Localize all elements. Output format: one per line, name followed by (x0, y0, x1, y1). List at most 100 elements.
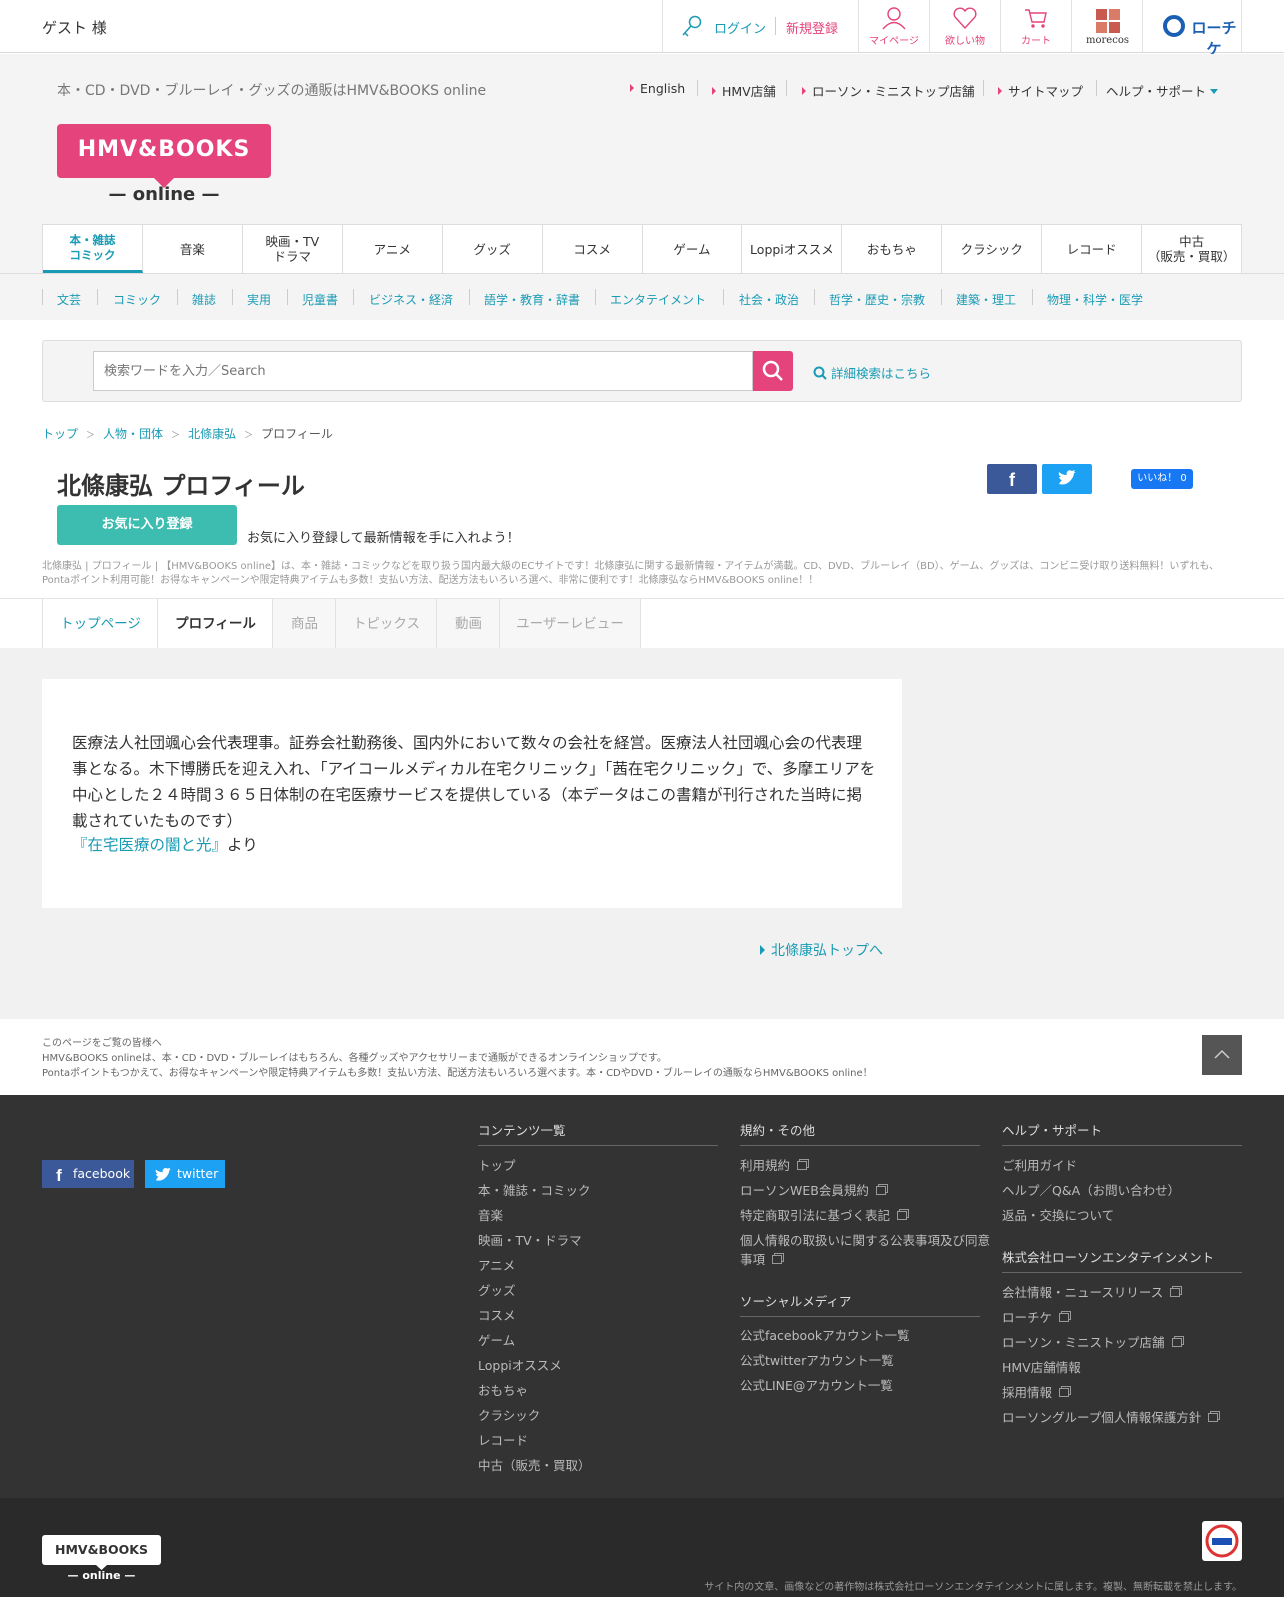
facebook-share-button[interactable]: f (987, 464, 1037, 494)
nav-goods[interactable]: グッズ (443, 225, 543, 273)
footer-link[interactable]: 利用規約 (740, 1155, 807, 1174)
subnav-practical[interactable]: 実用 (247, 291, 271, 308)
footer-link[interactable]: 個人情報の取扱いに関する公表事項及び同意 (740, 1230, 990, 1249)
footer-link[interactable]: 返品・交換について (1002, 1205, 1114, 1224)
login-divider (775, 17, 776, 35)
footer-link[interactable]: レコード (478, 1430, 528, 1449)
footer-link[interactable]: ローチケ (1002, 1307, 1069, 1326)
footer-link[interactable]: ご利用ガイド (1002, 1155, 1077, 1174)
footer-link[interactable]: 映画・TV・ドラマ (478, 1230, 582, 1249)
subnav-physics[interactable]: 物理・科学・医学 (1047, 291, 1143, 308)
footer-twitter-button[interactable]: twitter (145, 1160, 225, 1188)
login-link[interactable]: ログイン (714, 18, 766, 37)
footer-link[interactable]: 公式twitterアカウント一覧 (740, 1350, 894, 1369)
nav-classic[interactable]: クラシック (942, 225, 1043, 273)
footer-social-heading: ソーシャルメディア (740, 1291, 980, 1317)
favorite-button[interactable]: お気に入り登録 (57, 505, 237, 545)
footer-link[interactable]: おもちゃ (478, 1380, 528, 1399)
cart-button[interactable]: カート (1000, 0, 1071, 53)
wishlist-button[interactable]: 欲しい物 (929, 0, 1000, 53)
footer-link[interactable]: トップ (478, 1155, 516, 1174)
guest-greeting: ゲスト 様 (42, 19, 107, 37)
subnav-business[interactable]: ビジネス・経済 (369, 291, 453, 308)
nav-books[interactable]: 本・雑誌 コミック (43, 225, 143, 273)
logo-subtext: — online — (108, 184, 220, 205)
footer-link[interactable]: 会社情報・ニュースリリース (1002, 1282, 1180, 1301)
hmv-store-link[interactable]: HMV店舗 (712, 81, 776, 100)
nav-cosme[interactable]: コスメ (543, 225, 643, 273)
lawson-store-link[interactable]: ローソン・ミニストップ店舗 (802, 81, 975, 100)
nav-loppi[interactable]: Loppiオススメ (742, 225, 843, 273)
help-support-link[interactable]: ヘルプ・サポート (1106, 81, 1218, 100)
tab-videos[interactable]: 動画 (436, 599, 500, 649)
footer-link[interactable]: ローソングループ個人情報保護方針 (1002, 1407, 1218, 1426)
nav-record[interactable]: レコード (1042, 225, 1143, 273)
footer-link[interactable]: 特定商取引法に基づく表記 (740, 1205, 907, 1224)
back-to-top-button[interactable] (1202, 1035, 1242, 1075)
subnav-philosophy[interactable]: 哲学・歴史・宗教 (829, 291, 925, 308)
nav-anime[interactable]: アニメ (343, 225, 443, 273)
breadcrumb-top[interactable]: トップ (42, 427, 78, 441)
advanced-search-link[interactable]: 詳細検索はこちら (813, 363, 931, 382)
facebook-icon: f (56, 1166, 62, 1183)
like-button[interactable]: いいね！ 0 (1131, 469, 1193, 489)
subnav-children[interactable]: 児童書 (302, 291, 338, 308)
artist-top-link[interactable]: 北條康弘トップへ (760, 940, 883, 960)
nav-toys[interactable]: おもちゃ (842, 225, 943, 273)
footer-link[interactable]: アニメ (478, 1255, 515, 1274)
tab-products[interactable]: 商品 (272, 599, 336, 649)
search-button[interactable] (753, 351, 793, 391)
header-link-divider (697, 80, 698, 96)
footer-link[interactable]: Loppiオススメ (478, 1355, 562, 1374)
twitter-icon (155, 1167, 171, 1181)
english-link[interactable]: English (630, 81, 685, 96)
secom-seal[interactable] (1202, 1521, 1242, 1561)
footer-link[interactable]: ヘルプ／Q&A（お問い合わせ） (1002, 1180, 1180, 1199)
footer-link[interactable]: 本・雑誌・コミック (478, 1180, 591, 1199)
tab-top-page[interactable]: トップページ (42, 599, 158, 649)
subnav-entertainment[interactable]: エンタテイメント (610, 291, 706, 308)
footer-link[interactable]: クラシック (478, 1405, 540, 1424)
breadcrumb-people[interactable]: 人物・団体 (103, 427, 163, 441)
subnav-magazine[interactable]: 雑誌 (192, 291, 216, 308)
subnav-language[interactable]: 語学・教育・辞書 (484, 291, 580, 308)
subnav-architecture[interactable]: 建築・理工 (956, 291, 1016, 308)
footer-link[interactable]: グッズ (478, 1280, 516, 1299)
nav-game[interactable]: ゲーム (643, 225, 743, 273)
footer-link[interactable]: ゲーム (478, 1330, 515, 1349)
footer-link[interactable]: ローソン・ミニストップ店舗 (1002, 1332, 1182, 1351)
tab-profile[interactable]: プロフィール (157, 599, 273, 649)
footer-link[interactable]: HMV店舗情報 (1002, 1357, 1081, 1376)
search-input[interactable] (93, 351, 753, 391)
footer-link[interactable]: 中古（販売・買取） (478, 1455, 591, 1474)
footer-link[interactable]: 公式facebookアカウント一覧 (740, 1325, 910, 1344)
mypage-button[interactable]: マイページ (858, 0, 929, 53)
hmv-books-logo[interactable]: HMV&BOOKS — online — (57, 124, 271, 206)
twitter-share-button[interactable] (1042, 464, 1092, 494)
footer-logo[interactable]: HMV&BOOKS — online — (42, 1535, 161, 1583)
footer-help-heading: ヘルプ・サポート (1002, 1120, 1242, 1146)
tab-user-reviews[interactable]: ユーザーレビュー (499, 599, 641, 649)
morecos-link[interactable]: morecos (1071, 0, 1142, 53)
sitemap-link[interactable]: サイトマップ (998, 81, 1083, 100)
subnav-comic[interactable]: コミック (113, 291, 161, 308)
lochike-link[interactable]: ローチケ (1142, 0, 1242, 58)
footer-link[interactable]: コスメ (478, 1305, 516, 1324)
footer-facebook-button[interactable]: f facebook (42, 1160, 134, 1188)
nav-used[interactable]: 中古 （販売・買取） (1142, 225, 1241, 273)
footer-link[interactable]: ローソンWEB会員規約 (740, 1180, 886, 1199)
book-link[interactable]: 『在宅医療の闇と光』 (72, 836, 227, 854)
sub-nav: 文芸 コミック 雑誌 実用 児童書 ビジネス・経済 語学・教育・辞書 エンタテイ… (0, 273, 1284, 319)
breadcrumb-artist[interactable]: 北條康弘 (188, 427, 236, 441)
nav-movie-tv[interactable]: 映画・TV ドラマ (243, 225, 343, 273)
register-link[interactable]: 新規登録 (786, 18, 838, 37)
footer-link[interactable]: 音楽 (478, 1205, 503, 1224)
subnav-bungei[interactable]: 文芸 (57, 291, 81, 308)
header-link-divider (983, 80, 984, 96)
footer-link[interactable]: 事項 (740, 1249, 782, 1268)
subnav-society[interactable]: 社会・政治 (739, 291, 799, 308)
nav-music[interactable]: 音楽 (143, 225, 243, 273)
footer-link[interactable]: 採用情報 (1002, 1382, 1069, 1401)
tab-topics[interactable]: トピックス (335, 599, 437, 649)
footer-link[interactable]: 公式LINE@アカウント一覧 (740, 1375, 893, 1394)
